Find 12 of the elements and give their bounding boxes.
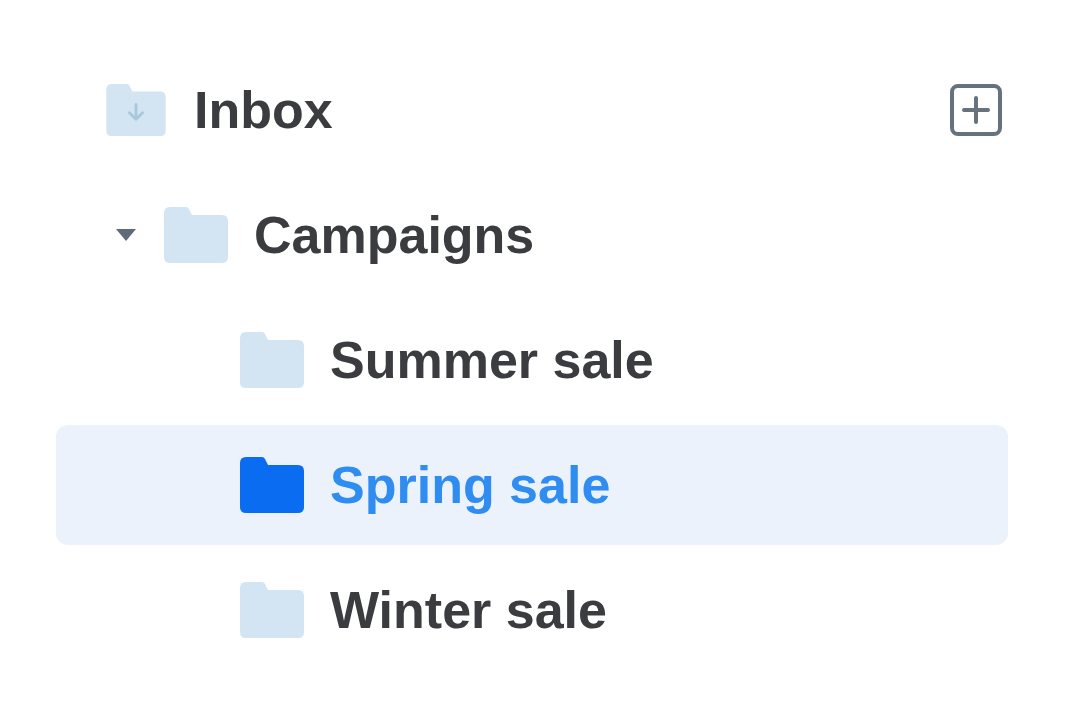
add-button[interactable] [950, 84, 1002, 136]
inbox-folder-icon [106, 84, 166, 136]
folder-icon [164, 207, 228, 263]
tree-item[interactable]: Summer sale [56, 300, 1008, 420]
folder-icon [240, 457, 304, 513]
caret-icon[interactable] [116, 229, 136, 241]
tree-item[interactable]: Campaigns [56, 175, 1008, 295]
folder-icon [240, 332, 304, 388]
tree-item[interactable]: Inbox [56, 50, 1008, 170]
plus-square-icon [950, 84, 1002, 136]
folder-icon [240, 582, 304, 638]
tree-item[interactable]: Winter sale [56, 550, 1008, 670]
